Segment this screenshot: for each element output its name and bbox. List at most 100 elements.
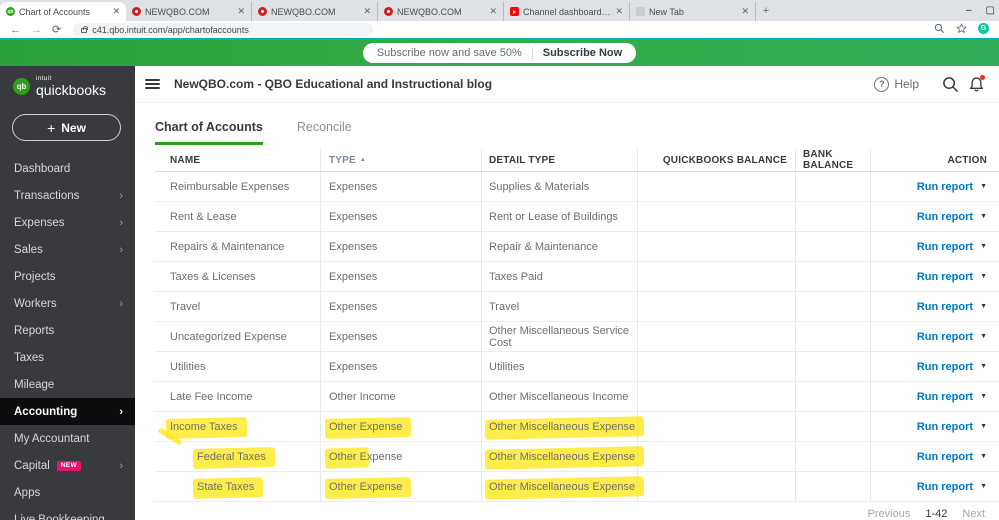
column-header-bank-balance[interactable]: BANK BALANCE [795,149,870,171]
sidebar-item-transactions[interactable]: Transactions › [0,182,135,209]
action-dropdown-caret-icon[interactable]: ▼ [980,423,987,430]
action-dropdown-caret-icon[interactable]: ▼ [980,243,987,250]
action-dropdown-caret-icon[interactable]: ▼ [980,363,987,370]
sidebar-item-taxes[interactable]: Taxes [0,344,135,371]
previous-page-link[interactable]: Previous [868,508,911,520]
column-header-type[interactable]: TYPE ▲ [320,149,481,171]
refresh-icon[interactable]: ⟳ [52,23,61,36]
run-report-link[interactable]: Run report [917,451,973,463]
close-tab-icon[interactable]: ✕ [489,6,497,17]
close-tab-icon[interactable]: ✕ [363,6,371,17]
cell-type: Expenses [320,262,481,291]
sidebar-item-sales[interactable]: Sales › [0,236,135,263]
help-button[interactable]: ? Help [874,76,919,92]
run-report-link[interactable]: Run report [917,361,973,373]
minimize-icon[interactable]: – [966,5,972,16]
back-icon[interactable]: ← [10,24,21,36]
run-report-link[interactable]: Run report [917,181,973,193]
cell-detail-type: Utilities [481,352,637,381]
pagination: Previous 1-42 Next [155,508,985,520]
sidebar-item-label: Apps [14,486,41,499]
action-dropdown-caret-icon[interactable]: ▼ [980,333,987,340]
cell-type: Other Income [320,382,481,411]
chevron-right-icon: › [119,297,123,310]
close-tab-icon[interactable]: ✕ [112,6,120,17]
browser-tab[interactable]: Channel dashboard - YouTube S ✕ [504,2,630,21]
blank-favicon-icon [636,7,645,16]
browser-tab[interactable]: NEWQBO.COM ✕ [252,2,378,21]
run-report-link[interactable]: Run report [917,271,973,283]
notifications-bell-icon[interactable] [968,74,985,93]
sidebar-item-label: Reports [14,324,55,337]
sidebar-item-expenses[interactable]: Expenses › [0,209,135,236]
run-report-link[interactable]: Run report [917,211,973,223]
new-badge: NEW [56,460,81,471]
search-icon[interactable] [942,76,959,93]
browser-tab[interactable]: NEWQBO.COM ✕ [378,2,504,21]
run-report-link[interactable]: Run report [917,331,973,343]
new-tab-button[interactable]: + [756,2,776,21]
address-bar[interactable]: c41.qbo.intuit.com/app/chartofaccounts [73,23,374,36]
action-dropdown-caret-icon[interactable]: ▼ [980,213,987,220]
browser-tab-title: NEWQBO.COM [145,6,210,17]
action-dropdown-caret-icon[interactable]: ▼ [980,273,987,280]
sidebar-item-live-bookkeeping[interactable]: Live Bookkeeping [0,506,135,520]
subscribe-pill[interactable]: Subscribe now and save 50% Subscribe Now [362,43,637,63]
run-report-link[interactable]: Run report [917,241,973,253]
sidebar-item-capital[interactable]: Capital NEW › [0,452,135,479]
run-report-link[interactable]: Run report [917,421,973,433]
cell-detail-type: Other Miscellaneous Expense [481,412,637,441]
sidebar-item-reports[interactable]: Reports [0,317,135,344]
plus-icon: + [47,119,56,136]
browser-tab[interactable]: qb Chart of Accounts ✕ [0,2,126,21]
run-report-link[interactable]: Run report [917,391,973,403]
table-header-row: NAME TYPE ▲ DETAIL TYPE QUICKBOOKS BALAN… [155,149,999,172]
forward-icon[interactable]: → [31,24,42,36]
grammarly-icon[interactable]: G [978,23,989,34]
hamburger-menu-icon[interactable] [145,76,160,92]
cell-quickbooks-balance [637,262,795,291]
account-type: Expenses [329,210,378,223]
cell-quickbooks-balance [637,382,795,411]
action-dropdown-caret-icon[interactable]: ▼ [980,483,987,490]
close-tab-icon[interactable]: ✕ [615,6,623,17]
sidebar-item-dashboard[interactable]: Dashboard [0,155,135,182]
new-button[interactable]: + New [12,114,121,141]
subscribe-now-button[interactable]: Subscribe Now [543,47,622,59]
sidebar-item-mileage[interactable]: Mileage [0,371,135,398]
action-dropdown-caret-icon[interactable]: ▼ [980,303,987,310]
account-detail-type: Repair & Maintenance [489,240,598,253]
zoom-icon[interactable] [934,23,945,34]
action-dropdown-caret-icon[interactable]: ▼ [980,393,987,400]
maximize-icon[interactable]: ▢ [986,5,995,16]
browser-tab[interactable]: NEWQBO.COM ✕ [126,2,252,21]
action-dropdown-caret-icon[interactable]: ▼ [980,453,987,460]
run-report-link[interactable]: Run report [917,301,973,313]
table-row: Utilities Expenses Utilities Run report ▼ [155,352,999,382]
next-page-link[interactable]: Next [962,508,985,520]
column-header-quickbooks-balance[interactable]: QUICKBOOKS BALANCE [637,149,795,171]
column-header-detail-type[interactable]: DETAIL TYPE [481,149,637,171]
newqbo-favicon-icon [132,7,141,16]
url-text[interactable]: c41.qbo.intuit.com/app/chartofaccounts [92,25,249,35]
browser-tab[interactable]: New Tab ✕ [630,2,756,21]
cell-name: Late Fee Income [155,382,320,411]
cell-detail-type: Travel [481,292,637,321]
cell-action: Run report ▼ [870,382,999,411]
table-row: Late Fee Income Other Income Other Miscell… [155,382,999,412]
tab-reconcile[interactable]: Reconcile [297,120,352,145]
tab-chart-of-accounts[interactable]: Chart of Accounts [155,120,263,145]
column-header-name[interactable]: NAME [155,149,320,171]
sidebar-item-projects[interactable]: Projects [0,263,135,290]
column-header-action[interactable]: ACTION [870,149,999,171]
run-report-link[interactable]: Run report [917,481,973,493]
sidebar-item-accounting[interactable]: Accounting › [0,398,135,425]
sidebar-item-my-accountant[interactable]: My Accountant [0,425,135,452]
sidebar-item-apps[interactable]: Apps [0,479,135,506]
sidebar-item-workers[interactable]: Workers › [0,290,135,317]
bookmark-star-icon[interactable] [956,23,967,34]
account-name: Income Taxes [170,420,238,433]
close-tab-icon[interactable]: ✕ [237,6,245,17]
close-tab-icon[interactable]: ✕ [741,6,749,17]
action-dropdown-caret-icon[interactable]: ▼ [980,183,987,190]
